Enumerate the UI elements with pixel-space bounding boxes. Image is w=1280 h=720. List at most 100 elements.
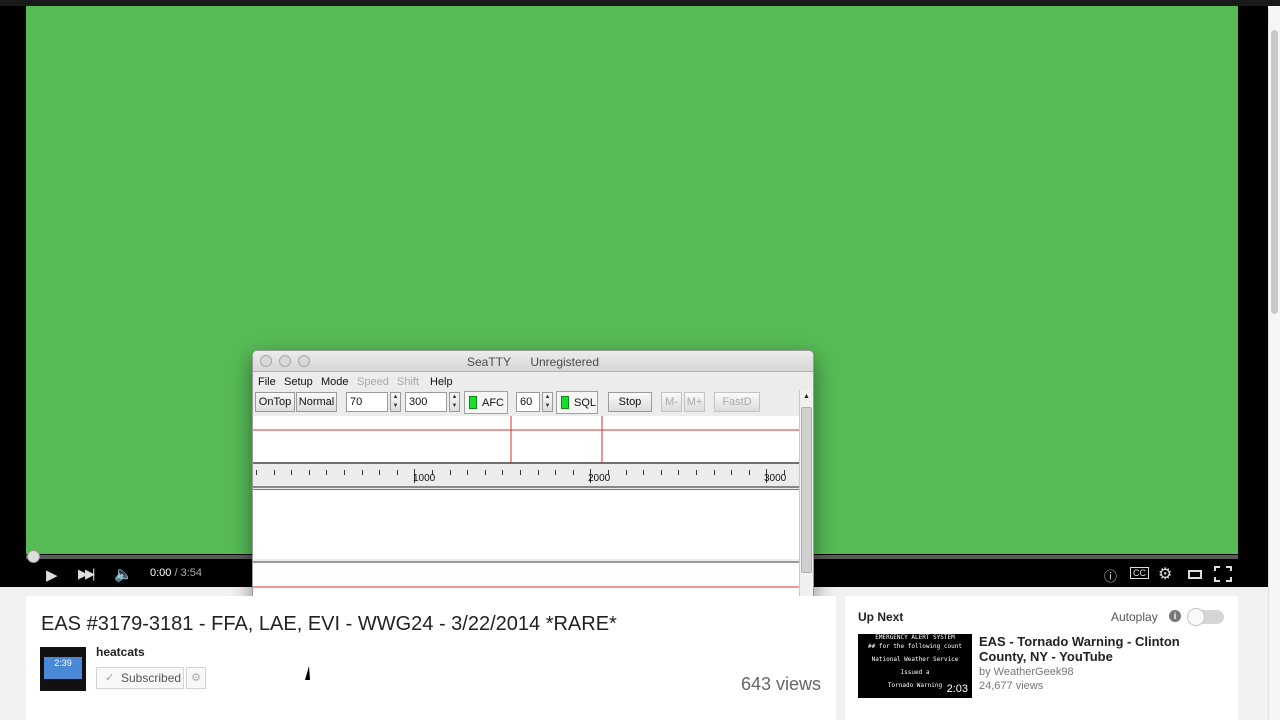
menu-shift: Shift: [397, 376, 420, 388]
shift-input[interactable]: 300: [405, 392, 447, 412]
toolbar: OnTop Normal 70 ▲ ▼ 300 ▲ ▼ AFC 60 ▲ ▼ SQL …: [253, 390, 799, 416]
ruler-tick: [713, 470, 715, 475]
ruler-tick: [291, 470, 293, 475]
frequency-stepper[interactable]: ▲ ▼: [390, 392, 401, 412]
ruler-tick: [678, 470, 680, 475]
next-video-channel: by WeatherGeek98: [979, 666, 1074, 678]
info-icon[interactable]: i: [1169, 610, 1181, 622]
thumb-line: Issued a: [900, 669, 930, 676]
autoplay-toggle[interactable]: [1187, 608, 1224, 626]
ruler-tick: [520, 470, 521, 475]
shift-stepper[interactable]: ▲ ▼: [449, 392, 460, 412]
window-titlebar[interactable]: SeaTTY Unregistered: [253, 351, 813, 372]
ruler-tick: [256, 470, 257, 475]
ruler-tick: [449, 470, 451, 475]
menu-mode[interactable]: Mode: [321, 376, 349, 388]
ruler-tick: [344, 470, 345, 475]
ruler-tick: [643, 470, 645, 475]
squelch-input[interactable]: 60: [516, 392, 540, 412]
ruler-label-2000: 2000: [588, 473, 611, 484]
normal-button[interactable]: Normal: [296, 392, 337, 412]
afc-toggle[interactable]: AFC: [464, 391, 508, 414]
ruler-tick: [660, 470, 662, 475]
video-title: EAS #3179-3181 - FFA, LAE, EVI - WWG24 -…: [41, 613, 617, 635]
channel-avatar-screen: 2:39: [44, 657, 82, 679]
subscribed-label: Subscribed: [121, 671, 182, 685]
check-icon: ✓: [105, 672, 115, 684]
ruler-tick: [731, 470, 733, 475]
sql-toggle[interactable]: SQL: [556, 391, 598, 414]
toggle-knob: [1187, 608, 1205, 626]
gear-icon[interactable]: ⚙: [1158, 564, 1172, 584]
menu-setup[interactable]: Setup: [284, 376, 313, 388]
play-icon[interactable]: ▶: [46, 566, 58, 584]
page-scrollbar-thumb[interactable]: [1271, 30, 1278, 314]
thumb-line: EMERGENCY ALERT SYSTEM: [875, 634, 955, 641]
receive-text-area[interactable]: [253, 489, 799, 559]
window-scrollbar-thumb[interactable]: [801, 407, 812, 573]
sql-led-icon: [561, 396, 569, 409]
fullscreen-icon[interactable]: [1214, 566, 1232, 582]
ruler-tick: [467, 470, 469, 475]
menu-file[interactable]: File: [258, 376, 276, 388]
next-icon[interactable]: ▶▶|: [78, 566, 95, 582]
ruler-tick: [326, 470, 328, 475]
menu-bar: File Setup Mode Speed Shift Help: [253, 373, 813, 390]
subscribed-button[interactable]: ✓ Subscribed: [96, 667, 184, 689]
squelch-stepper[interactable]: ▲ ▼: [542, 392, 553, 412]
volume-icon[interactable]: 🔈: [114, 565, 133, 583]
ruler-label-1000: 1000: [413, 473, 436, 484]
ruler-label-3000: 3000: [764, 473, 787, 484]
app-title: SeaTTY: [466, 355, 511, 369]
sql-label: SQL: [574, 397, 597, 409]
ruler-tick: [361, 470, 363, 475]
spectrum-graph: [253, 416, 799, 464]
next-video-thumbnail[interactable]: EMERGENCY ALERT SYSTEM ## for the follow…: [858, 634, 972, 698]
theater-mode-icon[interactable]: [1188, 570, 1202, 579]
channel-avatar[interactable]: 2:39: [40, 647, 86, 691]
ruler-tick: [625, 470, 627, 475]
window-title: SeaTTY Unregistered: [253, 355, 813, 369]
ruler-tick: [537, 470, 539, 475]
time-total: / 3:54: [174, 567, 203, 579]
scroll-up-icon[interactable]: ▲: [801, 393, 812, 400]
ruler-tick: [502, 470, 504, 475]
up-next-label: Up Next: [858, 610, 904, 624]
next-video-views: 24,677 views: [979, 680, 1044, 692]
afc-label: AFC: [482, 397, 504, 409]
time-display: 0:00 / 3:54: [150, 567, 202, 579]
menu-speed: Speed: [357, 376, 389, 388]
view-count: 643 views: [740, 674, 821, 694]
ruler-tick: [308, 470, 310, 475]
video-info-card: EAS #3179-3181 - FFA, LAE, EVI - WWG24 -…: [26, 596, 836, 720]
ruler-tick: [748, 470, 750, 475]
fastd-button: FastD: [714, 392, 760, 412]
ruler-tick: [696, 470, 697, 475]
frequency-input[interactable]: 70: [346, 392, 388, 412]
frequency-ruler: 1000 2000 3000: [253, 464, 799, 488]
thumb-line: National Weather Service: [871, 656, 959, 663]
ruler-tick: [273, 470, 275, 475]
next-video-title[interactable]: EAS - Tornado Warning - Clinton County, …: [979, 634, 1229, 664]
channel-name[interactable]: heatcats: [96, 645, 145, 659]
thumb-line: ## for the following count: [868, 643, 962, 650]
afc-led-icon: [469, 396, 477, 409]
subscription-settings-gear-icon[interactable]: ⚙: [186, 667, 206, 689]
ruler-tick: [572, 470, 574, 475]
video-duration: 2:03: [946, 683, 968, 695]
autoplay-label: Autoplay: [1111, 610, 1158, 624]
ontop-button[interactable]: OnTop: [255, 392, 295, 412]
time-current: 0:00: [150, 567, 172, 579]
ruler-tick: [396, 470, 398, 475]
ruler-tick: [484, 470, 486, 475]
memory-plus-button: M+: [684, 392, 705, 412]
seatty-window: SeaTTY Unregistered File Setup Mode Spee…: [252, 350, 814, 606]
captions-icon[interactable]: CC: [1130, 567, 1149, 579]
memory-minus-button: M-: [661, 392, 682, 412]
menu-help[interactable]: Help: [430, 376, 453, 388]
ruler-tick: [555, 470, 557, 475]
stop-button[interactable]: Stop: [608, 392, 652, 412]
ruler-tick: [379, 470, 381, 475]
info-icon[interactable]: ⓘ: [1104, 566, 1117, 585]
spectrum-display[interactable]: [253, 416, 799, 464]
